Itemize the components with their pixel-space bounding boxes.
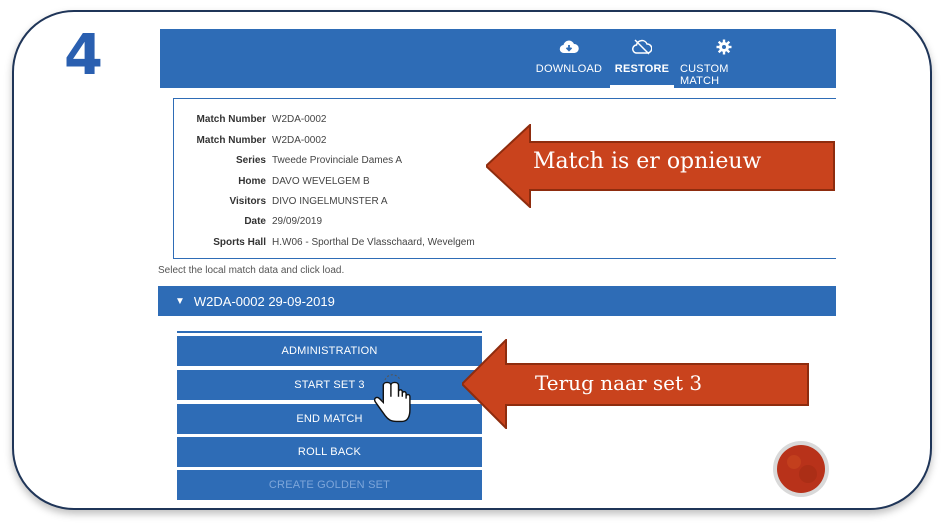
tab-custom-match-label: CUSTOM MATCH <box>680 63 729 87</box>
callout-arrow-back-to-set: Terug naar set 3 <box>462 339 810 429</box>
administration-button[interactable]: ADMINISTRATION <box>177 336 482 366</box>
callout-arrow-match-restored: Match is er opnieuw <box>486 124 836 208</box>
info-value: H.W06 - Sporthal De Vlasschaard, Wevelge… <box>272 237 475 248</box>
slide-badge-icon <box>772 440 830 498</box>
info-key: Home <box>238 176 266 187</box>
create-golden-set-button[interactable]: CREATE GOLDEN SET <box>177 470 482 500</box>
app-header: DOWNLOAD RESTORE CUSTOM MATCH <box>160 29 836 88</box>
info-key: Sports Hall <box>213 237 266 248</box>
info-key: Series <box>235 155 266 166</box>
gear-icon <box>716 38 732 56</box>
tab-custom-match[interactable]: CUSTOM MATCH <box>680 29 768 88</box>
start-set-button[interactable]: START SET 3 <box>177 370 482 400</box>
divider <box>177 331 482 333</box>
callout-text: Match is er opnieuw <box>533 149 762 174</box>
info-value: W2DA-0002 <box>272 114 327 125</box>
match-entry-row[interactable]: ▼ W2DA-0002 29-09-2019 <box>158 286 836 316</box>
info-value: Tweede Provinciale Dames A <box>272 155 403 166</box>
roll-back-button[interactable]: ROLL BACK <box>177 437 482 467</box>
match-entry-label: W2DA-0002 29-09-2019 <box>193 293 335 309</box>
caret-down-icon: ▼ <box>175 295 185 307</box>
info-value: W2DA-0002 <box>272 135 327 146</box>
tab-download-label: DOWNLOAD <box>535 63 603 75</box>
info-key: Match Number <box>196 114 266 125</box>
tab-restore[interactable]: RESTORE <box>610 29 674 88</box>
callout-text: Terug naar set 3 <box>535 371 703 395</box>
step-number: 4 <box>64 23 103 88</box>
cloud-off-icon <box>632 38 652 56</box>
hand-cursor-icon <box>373 372 420 433</box>
info-key: Date <box>244 216 266 227</box>
info-value: DAVO WEVELGEM B <box>272 176 370 187</box>
info-key: Visitors <box>229 196 267 207</box>
info-key: Match Number <box>196 135 266 146</box>
tab-download[interactable]: DOWNLOAD <box>534 29 604 88</box>
cloud-download-icon <box>559 38 579 56</box>
load-hint-text: Select the local match data and click lo… <box>158 265 345 276</box>
info-value: DIVO INGELMUNSTER A <box>272 196 388 207</box>
end-match-button[interactable]: END MATCH <box>177 404 482 434</box>
tab-restore-label: RESTORE <box>614 63 670 75</box>
info-value: 29/09/2019 <box>272 216 323 227</box>
